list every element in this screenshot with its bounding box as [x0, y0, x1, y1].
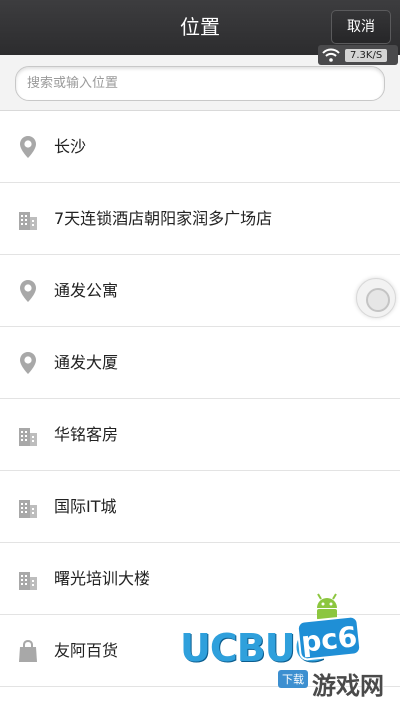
wifi-icon [322, 48, 340, 62]
net-speed-text: 7.3K/S [345, 48, 388, 62]
location-item[interactable]: 通发公寓 [0, 255, 400, 327]
location-item[interactable]: 长沙 [0, 111, 400, 183]
building-icon [19, 572, 37, 590]
building-icon [19, 500, 37, 518]
location-label: 7天连锁酒店朝阳家润多广场店 [54, 209, 273, 228]
map-pin-icon [20, 352, 36, 374]
building-icon [19, 428, 37, 446]
watermark-logo: UCBUG pc6 下载 游戏网 [180, 592, 400, 711]
cancel-button[interactable]: 取消 [331, 10, 391, 44]
location-label: 友阿百货 [54, 641, 119, 660]
shopping-bag-icon [19, 639, 37, 662]
floating-assist-button[interactable] [356, 278, 396, 318]
map-pin-icon [20, 136, 36, 158]
location-item[interactable]: 华铭客房 [0, 399, 400, 471]
location-label: 曙光培训大楼 [54, 569, 151, 588]
android-robot-icon [317, 593, 337, 620]
watermark-sub: 下载 [278, 670, 308, 688]
location-label: 国际IT城 [54, 497, 117, 516]
location-item[interactable]: 通发大厦 [0, 327, 400, 399]
watermark-cn-text: 游戏网 [312, 671, 384, 700]
location-item[interactable]: 7天连锁酒店朝阳家润多广场店 [0, 183, 400, 255]
location-label: 长沙 [54, 137, 87, 156]
building-icon [19, 212, 37, 230]
location-label: 通发大厦 [54, 353, 119, 372]
location-label: 华铭客房 [54, 425, 119, 444]
location-label: 通发公寓 [54, 281, 119, 300]
watermark-badge: pc6 [296, 614, 362, 662]
network-speed-indicator: 7.3K/S [318, 45, 398, 65]
map-pin-icon [20, 280, 36, 302]
location-item[interactable]: 国际IT城 [0, 471, 400, 543]
search-input[interactable] [15, 66, 385, 101]
